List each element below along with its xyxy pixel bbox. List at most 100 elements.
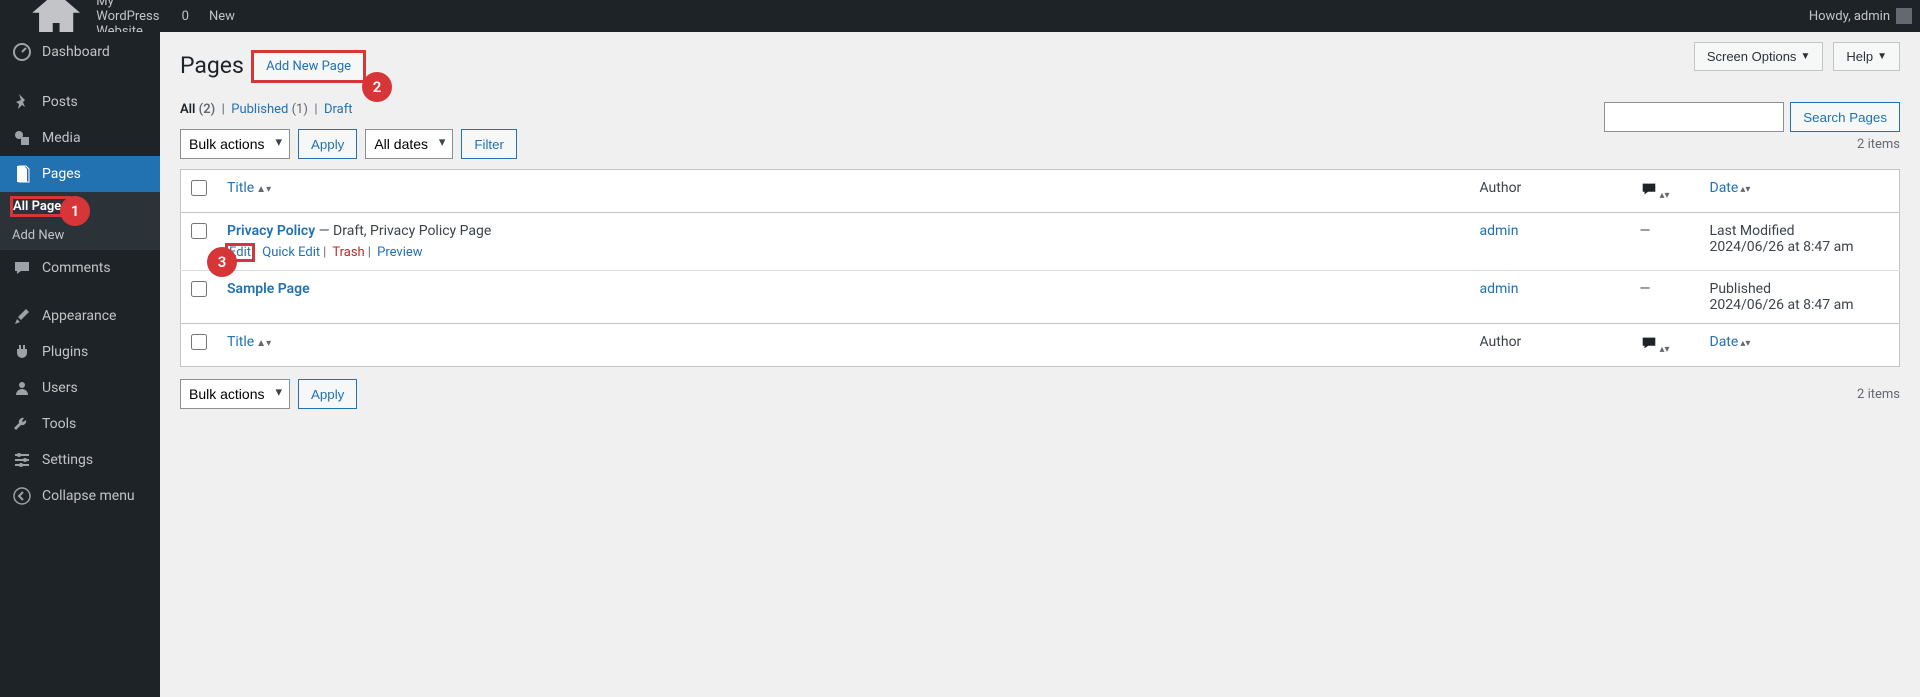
sort-icon: ▲▾ [256,338,271,349]
sidebar-item-collapse[interactable]: Collapse menu [0,478,160,514]
chevron-down-icon: ▼ [1800,51,1810,62]
plug-icon [12,342,32,362]
filter-all[interactable]: All (2) [180,102,215,117]
post-state: — Draft, Privacy Policy Page [315,223,491,239]
sidebar-item-plugins[interactable]: Plugins [0,334,160,370]
filter-published[interactable]: Published (1) [231,102,308,117]
row-checkbox[interactable] [191,281,207,297]
tools-label: Tools [42,416,76,432]
date-status: Published [1710,281,1890,297]
users-label: Users [42,380,78,396]
column-date-foot[interactable]: Date▴▾ [1710,334,1751,350]
avatar-icon [1896,8,1912,24]
main-content: Screen Options ▼ Help ▼ Pages Add New Pa… [160,32,1920,697]
column-comments[interactable]: ▴▾ [1630,170,1700,213]
pin-icon [12,92,32,112]
pages-submenu: All Pages 1 Add New [0,192,160,250]
date-time: 2024/06/26 at 8:47 am [1710,297,1890,313]
filter-draft[interactable]: Draft [324,102,353,117]
wrench-icon [12,414,32,434]
sidebar-sub-all-pages[interactable]: All Pages 1 [0,192,160,221]
comments-count: 0 [182,9,189,24]
collapse-label: Collapse menu [42,488,135,504]
page-title-link[interactable]: Privacy Policy [227,223,315,239]
appearance-label: Appearance [42,308,116,324]
column-date[interactable]: Date▴▾ [1710,180,1751,196]
settings-label: Settings [42,452,93,468]
comments-cell: — [1630,271,1700,324]
sidebar-item-media[interactable]: Media [0,120,160,156]
comments-link[interactable]: 0 [176,9,189,24]
sort-icon: ▲▾ [256,184,271,195]
sidebar-item-appearance[interactable]: Appearance [0,298,160,334]
dashboard-icon [12,42,32,62]
sidebar-item-settings[interactable]: Settings [0,442,160,478]
annotation-callout-1: 1 [60,196,90,226]
search-input[interactable] [1604,102,1784,132]
row-action-trash[interactable]: Trash [332,245,364,260]
row-action-quick-edit[interactable]: Quick Edit [262,245,320,260]
apply-button-bottom[interactable]: Apply [298,379,357,409]
sidebar-item-users[interactable]: Users [0,370,160,406]
new-link[interactable]: New [203,9,235,24]
items-count-bottom: 2 items [1857,387,1900,402]
sidebar-item-dashboard[interactable]: Dashboard [0,32,160,72]
collapse-icon [12,486,32,506]
bulk-actions-select-bottom[interactable]: Bulk actions [180,379,290,409]
sidebar-item-posts[interactable]: Posts [0,84,160,120]
row-checkbox[interactable] [191,223,207,239]
search-pages-button[interactable]: Search Pages [1790,102,1900,132]
bulk-actions-select-top[interactable]: Bulk actions [180,129,290,159]
howdy-link[interactable]: Howdy, admin [1809,8,1912,24]
screen-options-label: Screen Options [1707,49,1797,64]
sort-icon: ▴▾ [1660,344,1670,355]
column-author-foot: Author [1470,324,1630,367]
comments-cell: — [1630,213,1700,271]
row-action-preview[interactable]: Preview [377,245,422,260]
add-new-label: Add New [12,228,64,243]
date-filter-select[interactable]: All dates [365,129,453,159]
table-row: Sample Page admin — Published 2024/06/26… [181,271,1900,324]
sidebar-item-tools[interactable]: Tools [0,406,160,442]
column-author: Author [1470,170,1630,213]
add-new-page-button[interactable]: Add New Page [253,52,364,81]
screen-options-button[interactable]: Screen Options ▼ [1694,42,1824,71]
help-label: Help [1846,49,1873,64]
howdy-label: Howdy, admin [1809,9,1890,24]
filter-button[interactable]: Filter [461,129,517,159]
brush-icon [12,306,32,326]
sidebar-item-comments[interactable]: Comments [0,250,160,286]
new-label: New [209,9,235,24]
comment-icon [12,258,32,278]
select-all-top[interactable] [191,180,207,196]
annotation-callout-3: 3 [207,247,237,277]
column-comments-foot[interactable]: ▴▾ [1630,324,1700,367]
comments-label: Comments [42,260,111,276]
sidebar-item-pages[interactable]: Pages [0,156,160,192]
comment-icon [1640,334,1658,352]
apply-button-top[interactable]: Apply [298,129,357,159]
row-actions: Edit Quick Edit| Trash| Preview [227,245,1460,260]
plugins-label: Plugins [42,344,88,360]
posts-label: Posts [42,94,78,110]
author-link[interactable]: admin [1480,281,1519,297]
sliders-icon [12,450,32,470]
pages-label: Pages [42,166,81,182]
table-row: Privacy Policy — Draft, Privacy Policy P… [181,213,1900,271]
sidebar-sub-add-new[interactable]: Add New [0,221,160,250]
page-title-link[interactable]: Sample Page [227,281,310,297]
select-all-bottom[interactable] [191,334,207,350]
user-icon [12,378,32,398]
sort-icon: ▴▾ [1660,190,1670,201]
annotation-callout-2: 2 [362,72,392,102]
help-button[interactable]: Help ▼ [1833,42,1900,71]
media-icon [12,128,32,148]
column-title[interactable]: Title▲▾ [227,180,271,196]
column-title-foot[interactable]: Title▲▾ [227,334,271,350]
sort-icon: ▴▾ [1740,184,1750,195]
date-time: 2024/06/26 at 8:47 am [1710,239,1890,255]
media-label: Media [42,130,81,146]
items-count-top: 2 items [1857,137,1900,152]
pages-icon [12,164,32,184]
author-link[interactable]: admin [1480,223,1519,239]
